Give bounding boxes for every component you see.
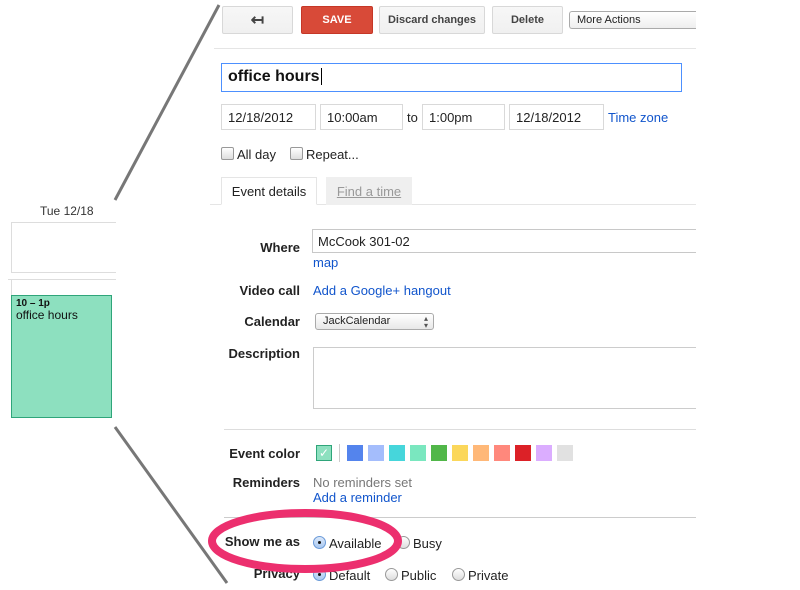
radio-public[interactable]: Public	[385, 568, 436, 583]
privacy-label: Privacy	[253, 566, 300, 581]
where-input[interactable]: McCook 301-02	[312, 229, 696, 253]
color-swatch[interactable]	[515, 445, 531, 461]
radio-default[interactable]: Default	[313, 568, 370, 583]
calendar-label: Calendar	[244, 314, 300, 329]
text-cursor: ​	[320, 68, 322, 85]
add-hangout-link[interactable]: Add a Google+ hangout	[313, 283, 451, 298]
color-swatch[interactable]	[452, 445, 468, 461]
description-label: Description	[228, 346, 300, 361]
calendar-event-block[interactable]: 10 – 1p office hours	[11, 295, 112, 418]
video-call-label: Video call	[239, 283, 300, 298]
save-button[interactable]: SAVE	[301, 6, 373, 34]
reminders-label: Reminders	[232, 475, 300, 490]
radio-label: Available	[329, 536, 382, 551]
end-time-input[interactable]: 1:00pm	[422, 104, 505, 130]
calendar-select[interactable]: JackCalendar ▴ ▾	[315, 313, 434, 330]
radio-label: Default	[329, 568, 371, 583]
radio-available[interactable]: Available	[313, 536, 382, 551]
checkbox-icon	[290, 147, 303, 160]
event-title-value: office hours	[228, 68, 320, 85]
map-link[interactable]: map	[313, 255, 338, 270]
radio-label: Public	[401, 568, 437, 583]
radio-label: Private	[468, 568, 509, 583]
discard-changes-button[interactable]: Discard changes	[379, 6, 485, 34]
section-divider	[224, 517, 696, 518]
end-date-input[interactable]: 12/18/2012	[509, 104, 604, 130]
all-day-label: All day	[237, 147, 277, 162]
color-swatch[interactable]	[494, 445, 510, 461]
event-title: office hours	[16, 308, 78, 322]
back-arrow-icon: ↤	[250, 12, 265, 29]
section-divider	[224, 429, 696, 430]
color-swatch[interactable]	[473, 445, 489, 461]
color-swatch[interactable]	[368, 445, 384, 461]
radio-label: Busy	[413, 536, 442, 551]
color-swatch[interactable]	[557, 445, 573, 461]
back-button[interactable]: ↤	[222, 6, 293, 34]
radio-private[interactable]: Private	[452, 568, 508, 583]
time-zone-link[interactable]: Time zone	[608, 110, 668, 125]
calendar-gridline	[11, 222, 12, 272]
start-time-input[interactable]: 10:00am	[320, 104, 403, 130]
color-swatch[interactable]	[410, 445, 426, 461]
calendar-gridline	[11, 222, 116, 223]
reminders-status: No reminders set	[313, 475, 412, 490]
color-swatch[interactable]	[347, 445, 363, 461]
calendar-select-value: JackCalendar	[323, 315, 391, 327]
checkbox-icon	[221, 147, 234, 160]
swatch-separator	[339, 444, 340, 462]
delete-button[interactable]: Delete	[492, 6, 563, 34]
radio-unselected-icon	[452, 568, 465, 581]
all-day-checkbox[interactable]: All day	[221, 147, 276, 162]
radio-unselected-icon	[397, 536, 410, 549]
radio-selected-icon	[313, 536, 326, 549]
calendar-day-header: Tue 12/18	[40, 204, 94, 218]
radio-unselected-icon	[385, 568, 398, 581]
show-me-as-label: Show me as	[224, 534, 300, 549]
description-textarea[interactable]	[313, 347, 696, 409]
more-actions-dropdown[interactable]: More Actions	[569, 11, 696, 29]
calendar-gridline	[11, 279, 12, 295]
repeat-checkbox[interactable]: Repeat...	[290, 147, 359, 162]
toolbar-divider	[214, 48, 696, 49]
to-label: to	[407, 110, 418, 125]
tab-event-details[interactable]: Event details	[221, 177, 317, 205]
calendar-gridline	[8, 279, 116, 280]
color-swatch[interactable]	[389, 445, 405, 461]
event-color-label: Event color	[229, 446, 300, 461]
zoom-connector-top	[113, 4, 221, 201]
checkmark-icon: ✓	[318, 446, 330, 460]
repeat-label: Repeat...	[306, 147, 359, 162]
select-arrows-icon: ▴ ▾	[423, 314, 428, 330]
calendar-gridline	[11, 272, 116, 273]
radio-selected-icon	[313, 568, 326, 581]
color-swatch[interactable]	[536, 445, 552, 461]
start-date-input[interactable]: 12/18/2012	[221, 104, 316, 130]
color-swatch-selected[interactable]: ✓	[316, 445, 332, 461]
add-reminder-link[interactable]: Add a reminder	[313, 490, 402, 505]
color-swatch[interactable]	[431, 445, 447, 461]
where-label: Where	[260, 240, 300, 255]
radio-busy[interactable]: Busy	[397, 536, 442, 551]
tab-find-a-time[interactable]: Find a time	[326, 177, 412, 205]
event-title-input[interactable]: office hours​	[221, 63, 682, 92]
